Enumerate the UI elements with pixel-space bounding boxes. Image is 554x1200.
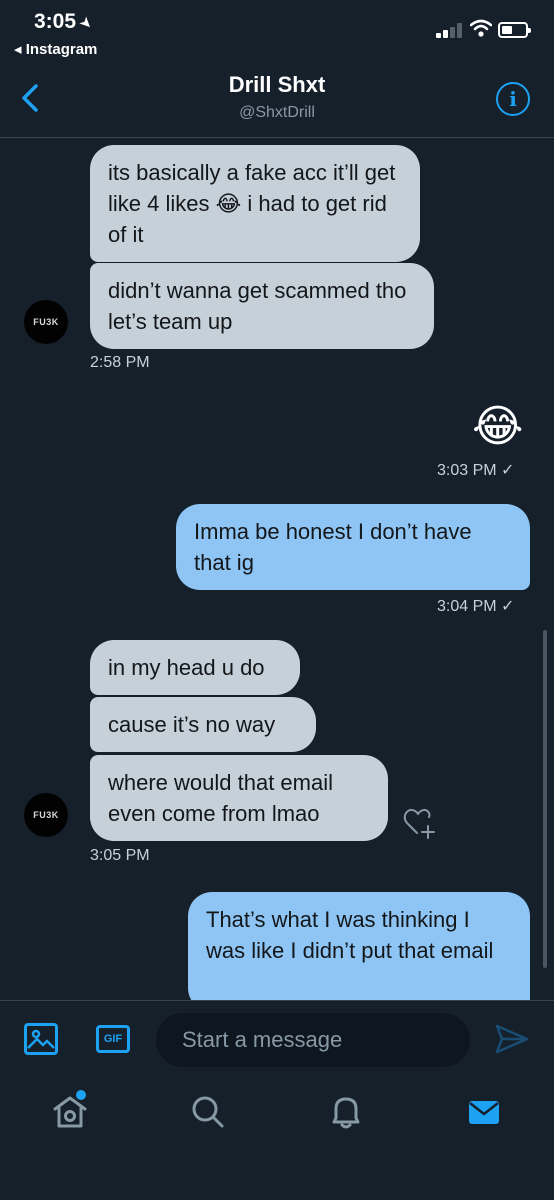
location-arrow-icon: ➤ <box>75 12 97 34</box>
back-to-app-link[interactable]: ◂ Instagram <box>14 40 97 58</box>
message-input[interactable]: Start a message <box>156 1013 470 1067</box>
notification-dot <box>76 1090 86 1100</box>
conversation-handle: @ShxtDrill <box>239 104 315 121</box>
info-icon[interactable]: i <box>496 82 530 116</box>
scrollbar[interactable] <box>543 630 547 968</box>
message-timestamp: 3:05 PM <box>90 847 150 864</box>
message-composer: GIF Start a message <box>0 1000 554 1076</box>
avatar[interactable]: FU3K <box>24 300 68 344</box>
received-message[interactable]: where would that email even come from lm… <box>90 755 388 841</box>
bell-icon[interactable] <box>326 1092 366 1132</box>
status-time-text: 3:05 <box>34 10 77 33</box>
battery-icon <box>498 22 531 38</box>
received-message[interactable]: in my head u do <box>90 640 300 695</box>
received-message[interactable]: its basically a fake acc it’ll get like … <box>90 145 420 262</box>
mail-icon[interactable] <box>464 1092 504 1132</box>
conversation-header: Drill Shxt @ShxtDrill i <box>0 64 554 138</box>
status-bar: 3:05➤ ◂ Instagram <box>0 0 554 64</box>
sent-emoji-message[interactable]: 😂 <box>472 402 523 452</box>
wifi-icon <box>470 19 492 37</box>
send-icon[interactable] <box>494 1023 530 1055</box>
sent-message[interactable]: That’s what I was thinking I was like I … <box>188 892 530 1012</box>
heart-plus-icon[interactable] <box>402 806 438 840</box>
gif-icon[interactable]: GIF <box>96 1025 130 1053</box>
conversation-title: Drill Shxt <box>228 72 326 97</box>
message-timestamp: 3:03 PM ✓ <box>437 462 515 479</box>
message-timestamp: 3:04 PM ✓ <box>437 598 515 615</box>
sent-message[interactable]: Imma be honest I don’t have that ig <box>176 504 530 590</box>
message-timestamp: 2:58 PM <box>90 354 150 371</box>
status-time: 3:05➤ <box>34 10 96 34</box>
search-icon[interactable] <box>188 1092 228 1132</box>
received-message[interactable]: didn’t wanna get scammed tho let’s team … <box>90 263 434 349</box>
cellular-signal-icon <box>436 22 464 38</box>
received-message[interactable]: cause it’s no way <box>90 697 316 752</box>
image-icon[interactable] <box>24 1023 58 1055</box>
avatar[interactable]: FU3K <box>24 793 68 837</box>
